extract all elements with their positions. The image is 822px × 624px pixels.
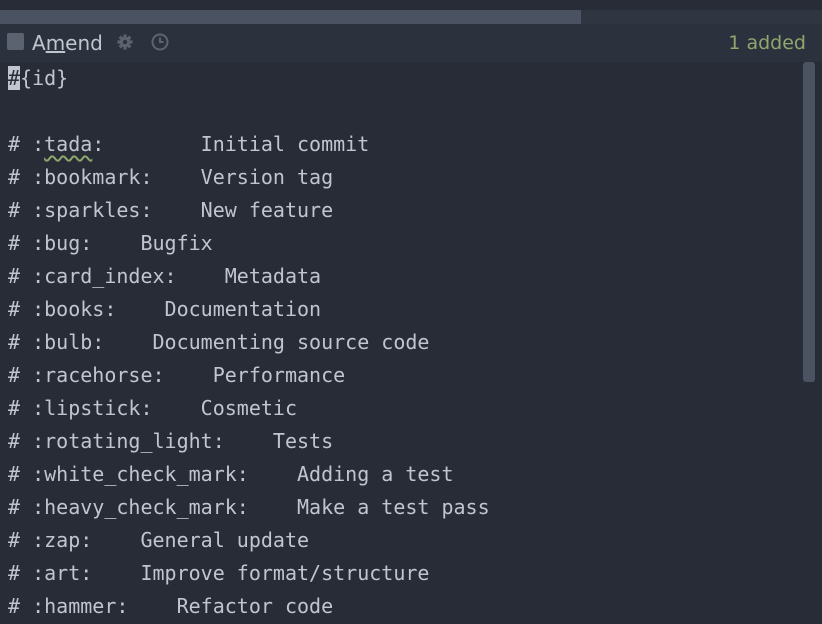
editor-line[interactable]: # :white_check_mark: Adding a test [8, 458, 454, 491]
editor-line[interactable]: # :art: Improve format/structure [8, 557, 429, 590]
editor-line[interactable]: # :bookmark: Version tag [8, 161, 333, 194]
commit-toolbar: Amend 1 added [0, 24, 822, 62]
editor-line-first[interactable]: #{id} [8, 62, 68, 95]
editor-line[interactable]: # :zap: General update [8, 524, 309, 557]
amend-label-prefix: A [32, 31, 46, 55]
editor-line[interactable]: # :tada: Initial commit [8, 128, 369, 161]
editor-line[interactable]: # :hammer: Refactor code [8, 590, 333, 623]
editor-line[interactable]: # :card_index: Metadata [8, 260, 321, 293]
editor-line[interactable]: # :bulb: Documenting source code [8, 326, 429, 359]
editor-line[interactable]: # :bug: Bugfix [8, 227, 213, 260]
gear-icon[interactable] [115, 32, 135, 52]
horizontal-scrollbar-thumb[interactable] [0, 10, 581, 24]
amend-label-suffix: end [65, 31, 103, 55]
editor-line[interactable]: # :rotating_light: Tests [8, 425, 333, 458]
editor-line[interactable]: # :racehorse: Performance [8, 359, 345, 392]
editor-line[interactable]: # :lipstick: Cosmetic [8, 392, 297, 425]
horizontal-scrollbar[interactable] [0, 10, 822, 24]
editor-line[interactable]: # :heavy_check_mark: Make a test pass [8, 491, 490, 524]
editor-line[interactable]: # :sparkles: New feature [8, 194, 333, 227]
vertical-scrollbar-thumb[interactable] [803, 62, 815, 382]
clock-icon[interactable] [150, 32, 170, 52]
spellcheck-underlined-word: tada [44, 132, 93, 156]
commit-message-editor[interactable]: #{id} # :tada: Initial commit # :bookmar… [0, 62, 800, 624]
amend-checkbox[interactable] [7, 33, 24, 50]
added-count-status: 1 added [728, 32, 806, 54]
amend-label-accesskey: m [45, 31, 66, 55]
commit-editor-window: Amend 1 added #{id} #:tada: Initial com… [0, 0, 822, 624]
first-line-text: {id} [20, 66, 69, 90]
editor-line[interactable]: # :books: Documentation [8, 293, 321, 326]
amend-label[interactable]: Amend [32, 31, 103, 55]
text-cursor: # [8, 66, 21, 90]
